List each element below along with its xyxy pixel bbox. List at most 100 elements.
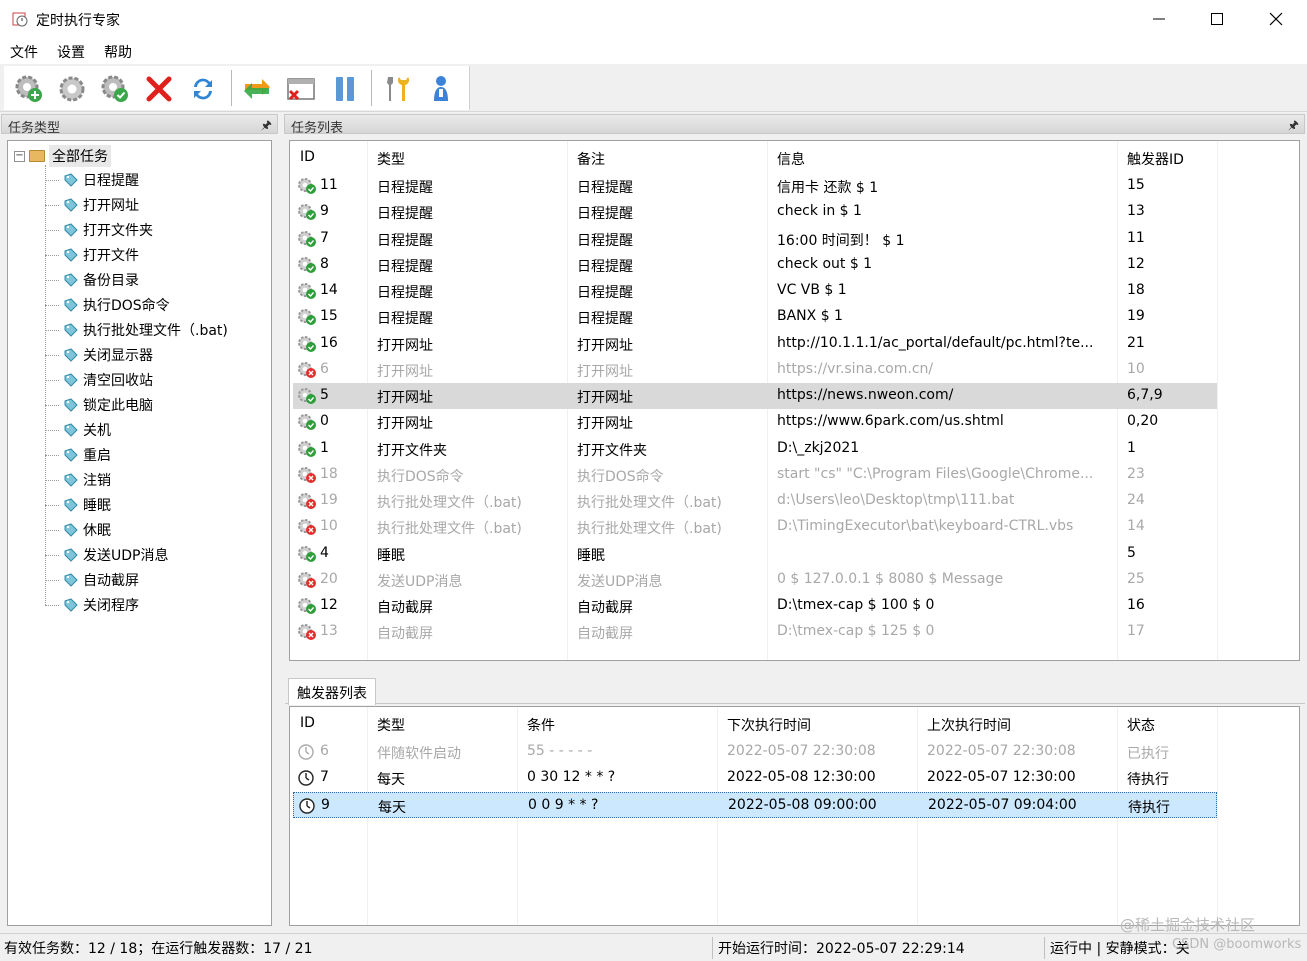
- table-row[interactable]: 19 执行批处理文件（.bat) 执行批处理文件（.bat) d:\Users\leo…: [293, 488, 1217, 514]
- menu-file[interactable]: 文件: [10, 42, 38, 62]
- toolbar: [0, 64, 1307, 112]
- tree-item[interactable]: 关闭程序: [45, 595, 139, 615]
- tree-item[interactable]: 日程提醒: [45, 170, 139, 190]
- tree-item[interactable]: 自动截屏: [45, 570, 139, 590]
- column-header-note[interactable]: 备注: [577, 149, 605, 169]
- table-row[interactable]: 11 日程提醒 日程提醒 信用卡 还款 $ 1 15: [293, 173, 1217, 199]
- user-button[interactable]: [424, 72, 458, 106]
- table-row[interactable]: 20 发送UDP消息 发送UDP消息 0 $ 127.0.0.1 $ 8080 $ M…: [293, 567, 1217, 593]
- tree-item[interactable]: 关机: [45, 420, 111, 440]
- collapse-icon[interactable]: −: [14, 150, 25, 162]
- cell-id: 11: [320, 177, 338, 193]
- tree-item[interactable]: 休眠: [45, 520, 111, 540]
- window-title: 定时执行专家: [36, 13, 120, 29]
- table-row[interactable]: 13 自动截屏 自动截屏 D:\tmex-cap $ 125 $ 0 17: [293, 619, 1217, 645]
- table-row[interactable]: 8 日程提醒 日程提醒 check out $ 1 12: [293, 252, 1217, 278]
- switch-button[interactable]: [240, 72, 274, 106]
- refresh-button[interactable]: [186, 72, 220, 106]
- task-enabled-icon: [298, 178, 316, 194]
- table-row[interactable]: 9 每天 0 0 9 * * ? 2022-05-08 09:00:00 2022-05…: [293, 791, 1217, 818]
- tree-item[interactable]: 重启: [45, 445, 111, 465]
- table-row[interactable]: 9 日程提醒 日程提醒 check in $ 1 13: [293, 199, 1217, 225]
- pin-icon[interactable]: 🖈: [1288, 116, 1299, 137]
- cell-trigger-id: 17: [1127, 623, 1145, 640]
- cell-trigger-id: 25: [1127, 570, 1145, 587]
- column-header-info[interactable]: 信息: [777, 149, 805, 169]
- tree-item[interactable]: 关闭显示器: [45, 345, 153, 365]
- menu-settings[interactable]: 设置: [57, 42, 85, 62]
- tab-trigger-list[interactable]: 触发器列表: [288, 678, 376, 705]
- column-header-id[interactable]: ID: [300, 715, 315, 731]
- table-row[interactable]: 15 日程提醒 日程提醒 BANX $ 1 19: [293, 304, 1217, 330]
- column-header-type[interactable]: 类型: [377, 149, 405, 169]
- cell-id: 9: [321, 796, 330, 813]
- table-row[interactable]: 1 打开文件夹 打开文件夹 D:\_zkj2021 1: [293, 436, 1217, 462]
- cell-last-run: 2022-05-07 22:30:08: [927, 743, 1076, 759]
- task-type-icon: [64, 473, 78, 487]
- tree-root[interactable]: − 全部任务: [14, 145, 111, 167]
- tree-item[interactable]: 睡眠: [45, 495, 111, 515]
- table-row[interactable]: 16 打开网址 打开网址 http://10.1.1.1/ac_portal/defa…: [293, 331, 1217, 357]
- edit-task-button[interactable]: [55, 72, 89, 106]
- cell-type: 执行DOS命令: [377, 468, 464, 485]
- task-type-icon: [64, 323, 78, 337]
- close-window-button[interactable]: [284, 72, 318, 106]
- cell-trigger-id: 15: [1127, 177, 1145, 193]
- enable-task-button[interactable]: [98, 72, 132, 106]
- column-header-type[interactable]: 类型: [377, 715, 405, 735]
- tree-item[interactable]: 注销: [45, 470, 111, 490]
- table-row[interactable]: 6 打开网址 打开网址 https://vr.sina.com.cn/10: [293, 357, 1217, 383]
- cell-info: https://vr.sina.com.cn/: [777, 360, 934, 377]
- table-row[interactable]: 0 打开网址 打开网址 https://www.6park.com/us.shtml 0…: [293, 409, 1217, 435]
- task-enabled-icon: [298, 545, 316, 562]
- table-row[interactable]: 7 每天 0 30 12 * * ? 2022-05-08 12:30:00 2022-…: [293, 765, 1217, 791]
- cell-id: 9: [320, 203, 329, 220]
- maximize-button[interactable]: [1188, 0, 1246, 38]
- clock-icon: [298, 744, 314, 760]
- table-row[interactable]: 4 睡眠 睡眠 5: [293, 541, 1217, 567]
- column-header-id[interactable]: ID: [300, 149, 315, 165]
- column-header-last-run[interactable]: 上次执行时间: [927, 715, 1011, 735]
- tree-item[interactable]: 发送UDP消息: [45, 545, 168, 565]
- column-header-trigger-id[interactable]: 触发器ID: [1127, 149, 1184, 169]
- menu-help[interactable]: 帮助: [104, 42, 132, 62]
- table-row[interactable]: 14 日程提醒 日程提醒 VC VB $ 1 18: [293, 278, 1217, 304]
- tree-item[interactable]: 锁定此电脑: [45, 395, 153, 415]
- cell-type: 每天: [377, 772, 405, 789]
- table-row[interactable]: 6 伴随软件启动 55 - - - - - 2022-05-07 22:30:08 20…: [293, 739, 1217, 765]
- table-row[interactable]: 10 执行批处理文件（.bat) 执行批处理文件（.bat) D:\TimingExe…: [293, 514, 1217, 540]
- cell-info: check out $ 1: [777, 255, 873, 272]
- tree-item-label: 关闭显示器: [83, 348, 153, 364]
- column-header-condition[interactable]: 条件: [527, 715, 555, 735]
- pin-icon[interactable]: 🖈: [261, 116, 272, 137]
- tree-item[interactable]: 打开网址: [45, 195, 139, 215]
- cell-trigger-id: 21: [1127, 334, 1145, 351]
- cell-id: 13: [320, 623, 338, 640]
- cell-info: D:\_zkj2021: [777, 439, 860, 456]
- delete-task-button[interactable]: [142, 72, 176, 106]
- column-header-next-run[interactable]: 下次执行时间: [727, 715, 811, 735]
- add-task-button[interactable]: [12, 72, 46, 106]
- pause-button[interactable]: [328, 72, 362, 106]
- cell-note: 睡眠: [577, 547, 605, 564]
- task-type-icon: [64, 223, 78, 237]
- tree-item[interactable]: 打开文件夹: [45, 220, 153, 240]
- tree-item[interactable]: 清空回收站: [45, 370, 153, 390]
- clock-icon: [299, 797, 315, 814]
- task-type-icon: [64, 423, 78, 437]
- tree-item[interactable]: 打开文件: [45, 245, 139, 265]
- cell-type: 日程提醒: [377, 180, 433, 196]
- tree-item[interactable]: 执行批处理文件（.bat): [45, 320, 228, 340]
- close-button[interactable]: [1247, 0, 1305, 38]
- tools-button[interactable]: [380, 72, 414, 106]
- task-pane-header: 任务列表 🖈: [284, 114, 1305, 137]
- cell-condition: 0 30 12 * * ?: [527, 769, 616, 786]
- table-row[interactable]: 7 日程提醒 日程提醒 16:00 时间到！ $ 1 11: [293, 226, 1217, 252]
- tree-item[interactable]: 备份目录: [45, 270, 139, 290]
- tree-item[interactable]: 执行DOS命令: [45, 295, 170, 315]
- minimize-button[interactable]: [1130, 0, 1188, 38]
- table-row[interactable]: 5 打开网址 打开网址 https://news.nweon.com/6,7,9: [293, 383, 1217, 409]
- table-row[interactable]: 12 自动截屏 自动截屏 D:\tmex-cap $ 100 $ 0 16: [293, 593, 1217, 619]
- table-row[interactable]: 18 执行DOS命令 执行DOS命令 start "cs" "C:\Program F…: [293, 462, 1217, 488]
- column-header-state[interactable]: 状态: [1127, 715, 1155, 735]
